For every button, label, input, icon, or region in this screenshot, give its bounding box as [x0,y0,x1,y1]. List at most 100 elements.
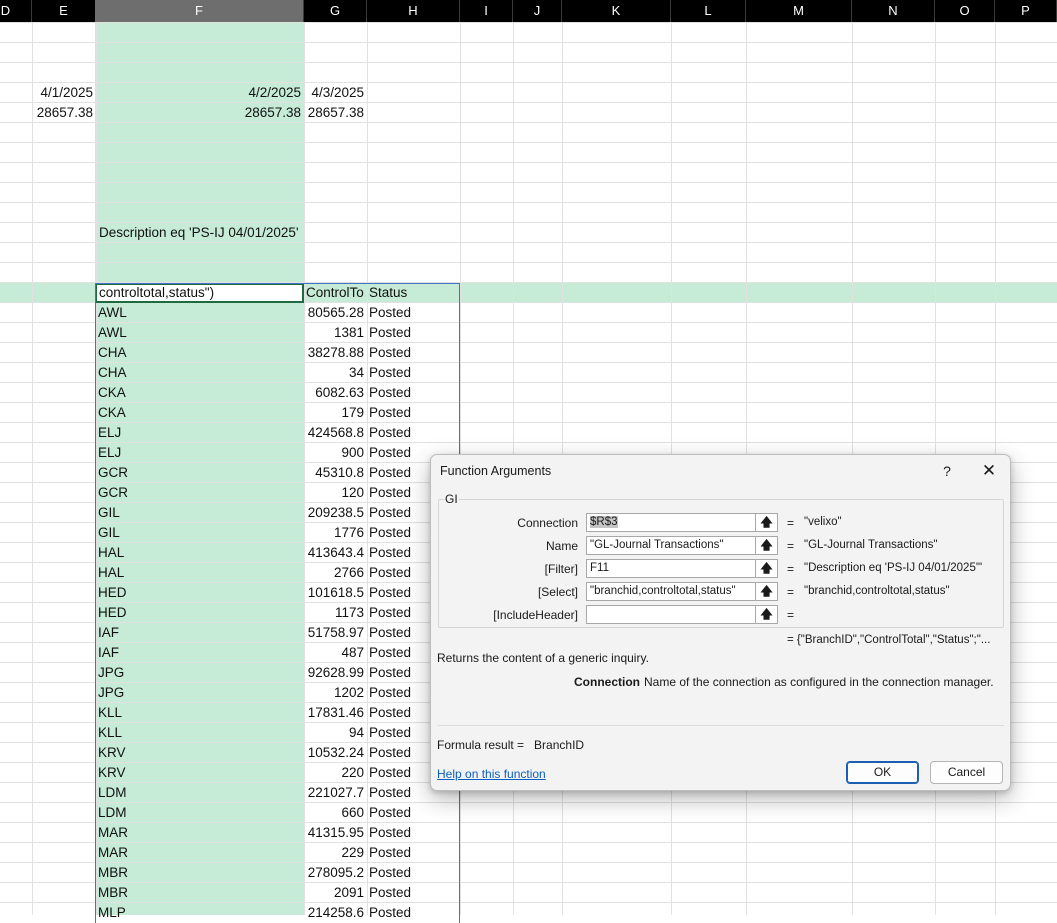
active-cell-f14[interactable]: controltotal,status") [95,283,304,303]
column-header-m[interactable]: M [746,0,852,22]
row-branch-cell[interactable]: MAR [96,823,304,843]
close-icon[interactable]: ✕ [977,460,1001,482]
row-controltotal-cell[interactable]: 41315.95 [304,823,367,843]
row-branch-cell[interactable]: KRV [96,763,304,783]
row-branch-cell[interactable]: JPG [96,663,304,683]
row-branch-cell[interactable]: IAF [96,643,304,663]
row-controltotal-cell[interactable]: 214258.6 [304,903,367,923]
arg-input-name[interactable]: "GL-Journal Transactions" [586,536,756,555]
arg-input-includeheader[interactable] [586,605,756,624]
row-controltotal-cell[interactable]: 278095.2 [304,863,367,883]
arg-input-select[interactable]: "branchid,controltotal,status" [586,582,756,601]
collapse-dialog-arrow-icon[interactable]: 🡅 [756,559,778,578]
row-status-cell[interactable]: Posted [367,423,460,443]
column-header-h[interactable]: H [367,0,460,22]
row-status-cell[interactable]: Posted [367,903,460,923]
row-controltotal-cell[interactable]: 34 [304,363,367,383]
row-status-cell[interactable]: Posted [367,323,460,343]
row-branch-cell[interactable]: JPG [96,683,304,703]
row-status-cell[interactable]: Posted [367,403,460,423]
row-status-cell[interactable]: Posted [367,343,460,363]
row-controltotal-cell[interactable]: 660 [304,803,367,823]
column-header-l[interactable]: L [671,0,746,22]
column-header-f[interactable]: F [95,0,304,22]
row-controltotal-cell[interactable]: 80565.28 [304,303,367,323]
row-controltotal-cell[interactable]: 10532.24 [304,743,367,763]
column-header-o[interactable]: O [935,0,995,22]
row-controltotal-cell[interactable]: 120 [304,483,367,503]
arg-input-connection[interactable]: $R$3 [586,513,756,532]
row-controltotal-cell[interactable]: 1776 [304,523,367,543]
row-controltotal-cell[interactable]: 2091 [304,883,367,903]
row-controltotal-cell[interactable]: 900 [304,443,367,463]
arg-input-filter[interactable]: F11 [586,559,756,578]
row-controltotal-cell[interactable]: 1202 [304,683,367,703]
row-status-cell[interactable]: Posted [367,863,460,883]
row-branch-cell[interactable]: HED [96,583,304,603]
row-controltotal-cell[interactable]: 229 [304,843,367,863]
cell-f5[interactable]: 28657.38 [96,103,304,123]
column-header-e[interactable]: E [32,0,96,22]
row-controltotal-cell[interactable]: 221027.7 [304,783,367,803]
row-controltotal-cell[interactable]: 45310.8 [304,463,367,483]
row-branch-cell[interactable]: MAR [96,843,304,863]
cell-e5[interactable]: 28657.38 [32,103,96,123]
row-status-cell[interactable]: Posted [367,303,460,323]
row-status-cell[interactable]: Posted [367,383,460,403]
cell-e4[interactable]: 4/1/2025 [32,83,96,103]
cell-g5[interactable]: 28657.38 [304,103,367,123]
row-controltotal-cell[interactable]: 424568.8 [304,423,367,443]
row-status-cell[interactable]: Posted [367,803,460,823]
row-status-cell[interactable]: Posted [367,843,460,863]
cell-f11-filter[interactable]: Description eq 'PS-IJ 04/01/2025' [96,223,304,243]
cancel-button[interactable]: Cancel [930,761,1003,784]
column-header-p[interactable]: P [995,0,1057,22]
row-status-cell[interactable]: Posted [367,823,460,843]
row-branch-cell[interactable]: MBR [96,863,304,883]
row-branch-cell[interactable]: GCR [96,483,304,503]
row-status-cell[interactable]: Posted [367,363,460,383]
row-controltotal-cell[interactable]: 6082.63 [304,383,367,403]
row-controltotal-cell[interactable]: 179 [304,403,367,423]
row-branch-cell[interactable]: CHA [96,363,304,383]
spill-header-status[interactable]: Status [367,283,460,303]
row-branch-cell[interactable]: CHA [96,343,304,363]
row-controltotal-cell[interactable]: 101618.5 [304,583,367,603]
row-branch-cell[interactable]: KRV [96,743,304,763]
row-controltotal-cell[interactable]: 1173 [304,603,367,623]
row-branch-cell[interactable]: HAL [96,563,304,583]
row-branch-cell[interactable]: IAF [96,623,304,643]
column-header-g[interactable]: G [304,0,367,22]
row-controltotal-cell[interactable]: 17831.46 [304,703,367,723]
ok-button[interactable]: OK [846,761,919,784]
row-controltotal-cell[interactable]: 2766 [304,563,367,583]
help-on-function-link[interactable]: Help on this function [437,767,546,781]
row-branch-cell[interactable]: GCR [96,463,304,483]
row-controltotal-cell[interactable]: 1381 [304,323,367,343]
column-header-n[interactable]: N [852,0,935,22]
column-header-j[interactable]: J [513,0,562,22]
row-branch-cell[interactable]: KLL [96,723,304,743]
row-branch-cell[interactable]: AWL [96,323,304,343]
row-controltotal-cell[interactable]: 92628.99 [304,663,367,683]
row-branch-cell[interactable]: MLP [96,903,304,923]
cell-f4[interactable]: 4/2/2025 [96,83,304,103]
collapse-dialog-arrow-icon[interactable]: 🡅 [756,536,778,555]
row-branch-cell[interactable]: HAL [96,543,304,563]
help-question-icon[interactable]: ? [936,460,958,482]
row-branch-cell[interactable]: KLL [96,703,304,723]
row-controltotal-cell[interactable]: 38278.88 [304,343,367,363]
spill-header-controltotal[interactable]: ControlTo [304,283,367,303]
row-controltotal-cell[interactable]: 209238.5 [304,503,367,523]
row-branch-cell[interactable]: ELJ [96,443,304,463]
row-controltotal-cell[interactable]: 220 [304,763,367,783]
column-header-d[interactable]: D [0,0,32,22]
row-branch-cell[interactable]: CKA [96,383,304,403]
row-branch-cell[interactable]: GIL [96,503,304,523]
row-branch-cell[interactable]: MBR [96,883,304,903]
row-branch-cell[interactable]: HED [96,603,304,623]
row-controltotal-cell[interactable]: 487 [304,643,367,663]
column-header-i[interactable]: I [460,0,513,22]
row-branch-cell[interactable]: LDM [96,803,304,823]
row-branch-cell[interactable]: CKA [96,403,304,423]
